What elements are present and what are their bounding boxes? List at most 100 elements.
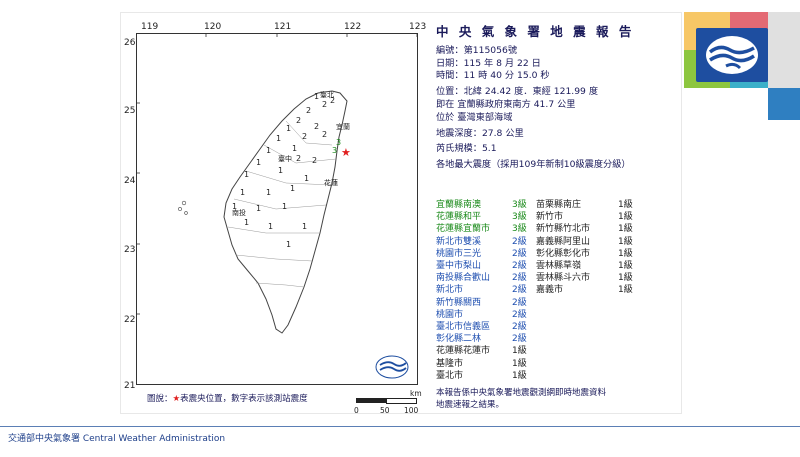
position-label: 位置：: [436, 86, 464, 98]
intensity-place: 苗栗縣南庄: [536, 200, 582, 210]
intensity-place: 雲林縣草嶺: [536, 261, 582, 272]
station-label: 2: [296, 154, 301, 163]
station-label: 2: [312, 156, 317, 165]
intensity-level: 2級: [512, 309, 527, 320]
number-value: 第115056號: [463, 44, 518, 56]
depth-value: 27.8 公里: [481, 127, 524, 139]
intensity-level: 2級: [512, 322, 527, 333]
station-label: 1: [286, 240, 291, 249]
footer-divider: [0, 426, 800, 427]
station-label: 1: [304, 174, 309, 183]
lon-tick-121: 121: [274, 22, 292, 32]
station-label: 1: [286, 124, 291, 133]
station-label: 1: [278, 166, 283, 175]
station-label: 2: [322, 130, 327, 139]
report-depth-row: 地震深度：27.8 公里: [436, 128, 676, 141]
station-label: 1: [244, 218, 249, 227]
intensity-level: 1級: [618, 200, 633, 210]
station-label: 2: [302, 132, 307, 141]
lat-tick-23: 23: [124, 245, 136, 255]
station-label: 1: [244, 170, 249, 179]
magnitude-label: 芮氏規模：: [436, 143, 482, 155]
report-region-line: 位於 臺灣東部海域: [436, 111, 513, 123]
station-label: 1: [256, 158, 261, 167]
intensity-level: 1級: [618, 248, 633, 259]
legend-text: 表震央位置，數字表示該測站震度: [180, 394, 308, 404]
report-note: 本報告係中央氣象署地震觀測網即時地震資料 地震速報之結果。: [436, 388, 656, 411]
station-label: 1: [268, 222, 273, 231]
lat-tick-25: 25: [124, 106, 136, 116]
scale-label-0: 0: [354, 406, 359, 415]
lat-tick-21: 21: [124, 381, 136, 391]
date-label: 日期：: [436, 57, 464, 69]
intensity-place: 雲林縣斗六市: [536, 273, 591, 284]
scale-unit: km: [410, 389, 422, 398]
legend-prefix: 圖說：: [147, 394, 173, 404]
scale-label-100: 100: [404, 406, 419, 415]
lon-tick-123: 123: [409, 22, 427, 32]
date-value: 115 年 8 月 22 日: [463, 57, 541, 69]
intensity-levels-right: 1級 1級 1級 1級 1級 1級 1級 1級: [618, 199, 648, 297]
city-label-nantou: 南投: [232, 208, 246, 217]
intensity-level: 1級: [512, 370, 527, 381]
intensity-level: 1級: [618, 212, 633, 223]
footer-agency: 交通部中央氣象署 Central Weather Administration: [8, 434, 226, 444]
report-number-row: 編號：第115056號: [436, 45, 676, 58]
report-title: 中 央 氣 象 署 地 震 報 告: [436, 24, 635, 39]
lat-tick-26: 26: [124, 38, 136, 48]
intensity-place: 新竹縣竹北市: [536, 224, 591, 235]
map-svg: 1 2 2 2 2 1 2 2 2 1 1 1 3 3 2 2 1 1 1 1 …: [135, 33, 418, 385]
depth-label: 地震深度：: [436, 127, 482, 139]
scale-label-50: 50: [380, 406, 390, 415]
city-label-taichung: 臺中: [278, 154, 292, 163]
epicenter-star: ★: [341, 146, 351, 159]
intensity-level: 1級: [618, 285, 633, 296]
intensity-level: 1級: [512, 346, 527, 357]
city-label-taipei: 臺北: [320, 90, 334, 99]
report-location-line: 即在 宜蘭縣政府東南方 41.7 公里: [436, 98, 576, 110]
intensity-place: 新竹市: [536, 212, 564, 223]
station-label: 1: [314, 92, 319, 101]
number-label: 編號：: [436, 44, 464, 56]
station-label: 1: [240, 188, 245, 197]
report-time-row: 時間：11 時 40 分 15.0 秒: [436, 70, 676, 83]
intensity-place: 嘉義市: [536, 285, 564, 296]
lat-tick-24: 24: [124, 176, 136, 186]
intensity-place: 嘉義縣阿里山: [536, 236, 591, 247]
station-label: 1: [290, 184, 295, 193]
city-label-hualien: 花蓮: [324, 178, 338, 187]
deco-block-blue: [768, 88, 800, 120]
intensity-level: 1級: [618, 273, 633, 284]
legend-star-icon: ★: [172, 394, 181, 404]
station-label: 1: [292, 144, 297, 153]
station-label: 1: [302, 222, 307, 231]
map-watermark-logo: [375, 355, 409, 379]
report-panel: 中 央 氣 象 署 地 震 報 告 編號：第115056號 日期：115 年 8…: [436, 24, 676, 172]
intensity-level: 1級: [512, 358, 527, 369]
epicenter-map: 1 2 2 2 2 1 2 2 2 1 1 1 3 3 2 2 1 1 1 1 …: [135, 33, 418, 389]
time-value: 11 時 40 分 15.0 秒: [463, 70, 550, 82]
lat-tick-22: 22: [124, 315, 136, 325]
lon-tick-120: 120: [204, 22, 222, 32]
station-label: 2: [314, 122, 319, 131]
report-date-row: 日期：115 年 8 月 22 日: [436, 58, 676, 71]
intensity-list-right: 苗栗縣南庄新竹市 新竹縣竹北市 嘉義縣阿里山 彰化縣彰化市 雲林縣草嶺 雲林縣斗六市 嘉義市: [536, 199, 626, 297]
station-label: 3: [332, 146, 337, 155]
station-label: 2: [306, 106, 311, 115]
note-line-2: 地震速報之結果。: [436, 399, 505, 410]
report-magnitude-row: 芮氏規模：5.1: [436, 143, 676, 156]
station-label: 1: [282, 202, 287, 211]
magnitude-value: 5.1: [481, 143, 497, 155]
station-label: 1: [266, 146, 271, 155]
lon-tick-119: 119: [141, 22, 159, 32]
station-label: 2: [296, 116, 301, 125]
intensity-level: 1級: [618, 224, 633, 235]
note-line-1: 本報告係中央氣象署地震觀測網即時地震資料: [436, 388, 607, 398]
intensity-place: 彰化縣彰化市: [536, 248, 591, 259]
station-label: 2: [322, 100, 327, 109]
time-label: 時間：: [436, 70, 464, 82]
station-label: 1: [276, 134, 281, 143]
position-value: 北緯 24.42 度．東經 121.99 度: [463, 86, 599, 98]
intensity-heading: 各地最大震度（採用109年新制10級震度分級）: [436, 159, 631, 171]
station-label: 1: [256, 204, 261, 213]
